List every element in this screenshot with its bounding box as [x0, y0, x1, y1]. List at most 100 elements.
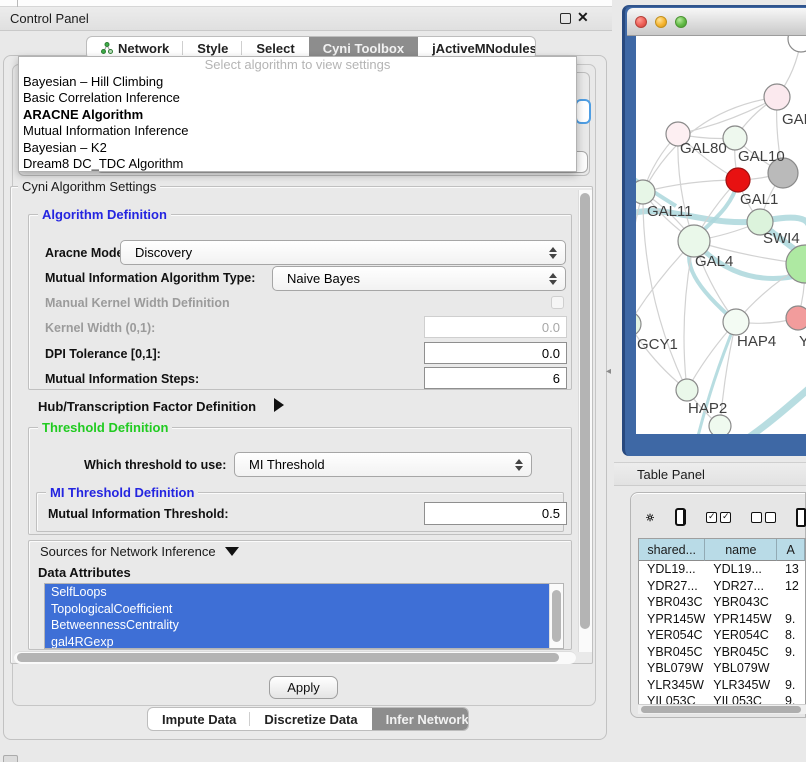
- node-ntop[interactable]: [788, 36, 806, 52]
- combo-arrows-icon: [549, 241, 557, 264]
- network-canvas[interactable]: GALGAL80GAL10GAL1GAL11SWI4GAL4HAP4YGCY1H…: [636, 36, 806, 434]
- table-panel-header: Table Panel: [614, 462, 806, 486]
- aracne-mode-combo[interactable]: Discovery: [120, 240, 566, 265]
- panel-divider-collapse-icon[interactable]: ◂: [606, 366, 611, 377]
- node-btm[interactable]: [709, 415, 731, 434]
- kernel-width-field[interactable]: 0.0: [424, 316, 567, 338]
- mi-type-label: Mutual Information Algorithm Type:: [45, 271, 255, 285]
- edge[interactable]: [643, 180, 738, 192]
- deselect-all-icon[interactable]: [751, 512, 776, 523]
- table-cell: 13: [777, 562, 805, 576]
- mi-steps-label: Mutual Information Steps:: [45, 372, 199, 386]
- column-header[interactable]: shared...: [639, 539, 705, 561]
- close-panel-icon[interactable]: ✕: [577, 9, 589, 26]
- mi-steps-value: 6: [553, 371, 560, 386]
- attribute-item[interactable]: TopologicalCoefficient: [45, 601, 549, 618]
- mi-type-combo[interactable]: Naive Bayes: [272, 266, 566, 291]
- table-cell: YIL053C: [639, 694, 705, 704]
- settings-vertical-scroll-thumb[interactable]: [580, 193, 590, 629]
- tab-discretize-data[interactable]: Discretize Data: [250, 708, 371, 730]
- table-file-icon[interactable]: [796, 508, 806, 527]
- combo-arrows-icon: [549, 267, 557, 290]
- table-horizontal-scroll-thumb[interactable]: [641, 706, 801, 713]
- node-hap4[interactable]: [723, 309, 749, 335]
- kernel-width-value: 0.0: [542, 320, 560, 335]
- kernel-width-label: Kernel Width (0,1):: [45, 321, 155, 335]
- node-label: GAL4: [695, 253, 733, 270]
- dropdown-item[interactable]: Mutual Information Inference: [19, 123, 576, 140]
- table-row[interactable]: YDL19...YDL19...13: [639, 561, 805, 578]
- node-label: HAP4: [737, 333, 776, 350]
- attribute-item[interactable]: BetweennessCentrality: [45, 617, 549, 634]
- column-header[interactable]: name: [705, 539, 777, 561]
- close-window-icon[interactable]: [635, 16, 647, 28]
- tab-infer-network[interactable]: Infer Network: [372, 708, 469, 730]
- table-row[interactable]: YBR043CYBR043C: [639, 594, 805, 611]
- node-gal1[interactable]: [726, 168, 750, 192]
- node-hap2[interactable]: [676, 379, 698, 401]
- attribute-item[interactable]: gal4RGexp: [45, 634, 549, 650]
- table-row[interactable]: YBL079WYBL079W: [639, 660, 805, 677]
- table-row[interactable]: YIL053CYIL053C9.: [639, 693, 805, 704]
- manual-kernel-label: Manual Kernel Width Definition: [45, 296, 230, 310]
- table-cell: 9.: [777, 612, 805, 626]
- node-gal[interactable]: [764, 84, 790, 110]
- table-row[interactable]: YPR145WYPR145W9.: [639, 611, 805, 628]
- network-graph[interactable]: GALGAL80GAL10GAL1GAL11SWI4GAL4HAP4YGCY1H…: [636, 36, 806, 434]
- table-row[interactable]: YDR27...YDR27...12: [639, 578, 805, 595]
- node-label: GAL1: [740, 191, 778, 208]
- sources-title-text: Sources for Network Inference: [40, 544, 216, 559]
- sources-collapse-icon[interactable]: [225, 545, 239, 558]
- bottom-left-chip-icon[interactable]: [3, 755, 18, 762]
- node-gal11[interactable]: [636, 180, 655, 204]
- apply-button[interactable]: Apply: [269, 676, 338, 699]
- algorithm-dropdown-list: Select algorithm to view settingsBayesia…: [18, 56, 577, 172]
- split-panes-icon[interactable]: [675, 508, 686, 526]
- gear-icon[interactable]: [646, 509, 654, 526]
- table-cell: YBR043C: [705, 595, 777, 609]
- dropdown-item[interactable]: ARACNE Algorithm: [19, 107, 576, 124]
- manual-kernel-checkbox[interactable]: [551, 296, 564, 309]
- network-window-titlebar[interactable]: [627, 8, 806, 36]
- node-y[interactable]: [786, 306, 806, 330]
- data-attributes-list[interactable]: SelfLoopsTopologicalCoefficientBetweenne…: [44, 583, 564, 649]
- dropdown-item[interactable]: Basic Correlation Inference: [19, 90, 576, 107]
- tab-label: Discretize Data: [264, 712, 357, 727]
- dropdown-item[interactable]: Bayesian – Hill Climbing: [19, 74, 576, 91]
- tab-impute-data[interactable]: Impute Data: [148, 708, 250, 730]
- attr-list-scroll-thumb[interactable]: [552, 590, 561, 642]
- settings-horizontal-scroll-thumb[interactable]: [17, 653, 559, 662]
- edge[interactable]: [643, 192, 687, 390]
- minimize-window-icon[interactable]: [655, 16, 667, 28]
- node-gcy1[interactable]: [636, 312, 641, 336]
- node-table[interactable]: shared...nameAYDL19...YDL19...13YDR27...…: [638, 538, 806, 704]
- zoom-window-icon[interactable]: [675, 16, 687, 28]
- thick-edge[interactable]: [748, 386, 806, 434]
- float-panel-icon[interactable]: [560, 13, 571, 24]
- mi-steps-field[interactable]: 6: [424, 367, 567, 389]
- table-cell: YLR345W: [639, 678, 705, 692]
- which-threshold-combo[interactable]: MI Threshold: [234, 452, 532, 477]
- dropdown-placeholder: Select algorithm to view settings: [19, 57, 576, 74]
- hub-expand-icon[interactable]: [274, 398, 284, 417]
- attr-list-scrollbar[interactable]: [549, 584, 563, 648]
- dropdown-item[interactable]: Bayesian – K2: [19, 140, 576, 157]
- mi-threshold-field[interactable]: 0.5: [424, 502, 567, 525]
- node-label: GAL10: [738, 148, 785, 165]
- table-cell: YLR345W: [705, 678, 777, 692]
- select-all-icon[interactable]: ✓✓: [706, 512, 731, 523]
- tab-label: Select: [256, 41, 294, 56]
- table-cell: 9.: [777, 694, 805, 704]
- tab-label: Impute Data: [162, 712, 236, 727]
- table-row[interactable]: YER054CYER054C8.: [639, 627, 805, 644]
- dropdown-item[interactable]: Dream8 DC_TDC Algorithm: [19, 156, 576, 173]
- threshold-definition-title: Threshold Definition: [38, 421, 172, 434]
- table-row[interactable]: YLR345WYLR345W9.: [639, 677, 805, 694]
- edge[interactable]: [636, 324, 687, 390]
- table-toolbar: ✓✓: [638, 500, 806, 534]
- dpi-tolerance-field[interactable]: 0.0: [424, 342, 567, 364]
- attribute-item[interactable]: SelfLoops: [45, 584, 549, 601]
- column-header[interactable]: A: [777, 539, 805, 561]
- algorithm-combo-focus-fragment[interactable]: [575, 99, 591, 124]
- table-row[interactable]: YBR045CYBR045C9.: [639, 644, 805, 661]
